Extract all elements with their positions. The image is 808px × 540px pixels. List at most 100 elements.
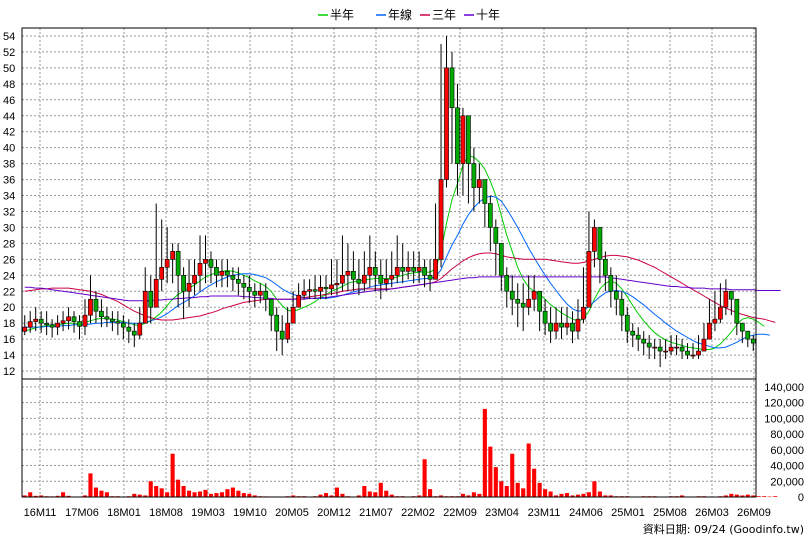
candle-body xyxy=(241,282,247,288)
candle-body xyxy=(345,271,351,276)
legend-label-1: 年線 xyxy=(388,7,412,22)
volume-bar xyxy=(537,482,542,497)
candle-body xyxy=(646,342,652,348)
x-tick-label: 20M05 xyxy=(275,507,309,519)
chart-legend: 半年 年線 三年 十年 xyxy=(318,7,500,22)
volume-bar xyxy=(176,479,181,497)
candle-body xyxy=(433,259,438,280)
volume-bar xyxy=(241,493,246,497)
candle-body xyxy=(509,290,515,300)
volume-bar xyxy=(104,492,109,497)
volume-bar xyxy=(543,489,548,497)
candle-body xyxy=(674,346,679,349)
volume-bar xyxy=(532,468,537,497)
candle-body xyxy=(553,322,559,332)
x-tick-label: 20M12 xyxy=(317,507,351,519)
candle-body xyxy=(657,346,663,352)
candle-body xyxy=(750,338,756,344)
candle-body xyxy=(99,310,104,318)
x-tick-label: 23M11 xyxy=(528,507,561,519)
candle-body xyxy=(679,346,685,352)
price-axis: 12 14 16 18 20 22 24 26 28 30 32 34 36 38 40 42 44 46 48 50… xyxy=(3,31,15,378)
candle-body xyxy=(444,67,449,180)
price-tick-label: 32 xyxy=(3,206,15,218)
candle-body xyxy=(537,290,542,312)
candle-body xyxy=(630,330,636,336)
x-tick-label: 21M07 xyxy=(359,507,393,519)
candle-body xyxy=(471,163,477,188)
price-tick-label: 34 xyxy=(3,191,15,203)
x-tick-label: 22M02 xyxy=(401,507,435,519)
candle-body xyxy=(323,286,329,290)
candle-body xyxy=(181,274,186,292)
volume-tick-label: 100,000 xyxy=(764,413,804,425)
volume-grid xyxy=(22,386,756,498)
candle-body xyxy=(208,259,214,268)
x-tick-label: 25M08 xyxy=(653,507,687,519)
candle-body xyxy=(148,290,154,308)
price-tick-label: 38 xyxy=(3,159,15,171)
candle-body xyxy=(427,274,433,280)
candle-body xyxy=(296,294,301,308)
x-tick-label: 18M01 xyxy=(107,507,141,519)
candle-body xyxy=(411,267,417,272)
candle-body xyxy=(153,278,159,308)
x-tick-label: 19M03 xyxy=(191,507,225,519)
candle-body xyxy=(564,322,570,328)
volume-bar xyxy=(773,496,778,497)
candle-body xyxy=(718,306,723,320)
candle-body xyxy=(301,290,307,296)
candle-body xyxy=(246,286,252,292)
candle-body xyxy=(263,290,269,300)
candle-body xyxy=(274,314,280,332)
price-tick-label: 42 xyxy=(3,127,15,139)
candle-body xyxy=(279,330,285,340)
x-tick-label: 23M04 xyxy=(485,507,519,519)
volume-bar xyxy=(323,493,329,497)
volume-bar xyxy=(548,491,553,497)
candle-body xyxy=(482,179,488,204)
candle-body xyxy=(526,298,532,308)
candle-body xyxy=(27,321,33,328)
volume-bar xyxy=(148,481,153,497)
candle-body xyxy=(44,322,50,326)
candle-body xyxy=(372,267,378,276)
candle-body xyxy=(351,271,356,280)
candle-body xyxy=(257,290,263,296)
candle-body xyxy=(175,251,181,276)
candle-body xyxy=(466,115,471,164)
candle-body xyxy=(723,290,729,308)
candle-body xyxy=(33,318,39,322)
candle-body xyxy=(170,251,175,260)
source-text: 資料日期: 09/24 (Goodinfo.tw) xyxy=(643,522,804,536)
candle-body xyxy=(219,271,225,276)
candle-body xyxy=(739,322,745,332)
candle-body xyxy=(663,350,668,353)
ma-line-ma-half xyxy=(24,155,765,350)
candle-body xyxy=(252,290,258,296)
candle-body xyxy=(137,322,143,336)
candle-body xyxy=(575,318,581,332)
candle-body xyxy=(570,322,575,332)
volume-bar xyxy=(230,487,235,497)
candle-body xyxy=(307,289,312,292)
volume-tick-label: 0 xyxy=(798,492,804,504)
x-tick-label: 26M03 xyxy=(695,507,729,519)
price-tick-label: 18 xyxy=(3,318,15,330)
candle-body xyxy=(613,290,619,300)
candle-body xyxy=(110,318,115,322)
volume-bar xyxy=(165,492,170,497)
volume-bar xyxy=(499,481,504,497)
x-tick-label: 17M06 xyxy=(65,507,99,519)
candle-body xyxy=(586,251,592,308)
legend-label-0: 半年 xyxy=(330,8,354,22)
volume-panel-frame xyxy=(21,378,757,498)
candle-body xyxy=(214,267,219,276)
candle-body xyxy=(624,314,630,332)
candle-body xyxy=(203,259,208,264)
x-tick-label: 19M10 xyxy=(233,507,267,519)
legend-label-2: 三年 xyxy=(432,8,456,22)
candle-body xyxy=(619,298,625,316)
volume-bar xyxy=(597,491,602,497)
volume-bar xyxy=(219,492,224,497)
